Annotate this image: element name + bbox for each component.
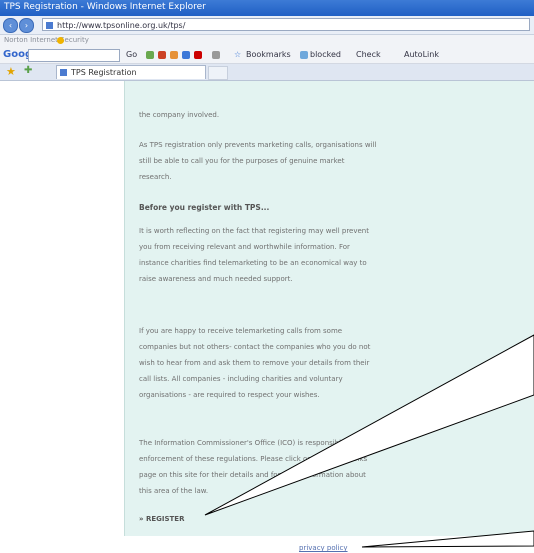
star-icon[interactable]: ☆ bbox=[234, 50, 241, 59]
address-bar[interactable]: http://www.tpsonline.org.uk/tps/ bbox=[42, 18, 530, 31]
new-tab-button[interactable] bbox=[208, 66, 228, 80]
page-favicon-icon bbox=[46, 22, 53, 29]
google-go-button[interactable]: Go bbox=[126, 50, 137, 59]
address-row: ‹ › http://www.tpsonline.org.uk/tps/ bbox=[0, 16, 534, 35]
favorites-star-icon[interactable]: ★ bbox=[6, 65, 16, 78]
before-register-heading: Before you register with TPS... bbox=[139, 203, 270, 212]
forward-icon[interactable]: › bbox=[19, 18, 34, 33]
register-link[interactable]: » REGISTER bbox=[139, 515, 184, 523]
page-viewport: the company involved. As TPS registratio… bbox=[0, 81, 534, 553]
google-toolbar: Google Go ☆ Bookmarks blocked Check Auto… bbox=[0, 47, 534, 64]
spell-check-button[interactable]: Check bbox=[356, 50, 381, 59]
links-bar-label[interactable]: Norton Internet Security bbox=[4, 36, 89, 44]
toolbar-icon-5[interactable] bbox=[212, 51, 220, 59]
toolbar-icon-2[interactable] bbox=[158, 51, 166, 59]
tab-row: ★ ✚ TPS Registration bbox=[0, 64, 534, 81]
address-url: http://www.tpsonline.org.uk/tps/ bbox=[57, 21, 186, 30]
left-margin bbox=[0, 81, 124, 553]
back-icon[interactable]: ‹ bbox=[3, 18, 18, 33]
content-panel: the company involved. As TPS registratio… bbox=[124, 81, 534, 536]
links-bar: Norton Internet Security bbox=[0, 35, 534, 47]
tab-label: TPS Registration bbox=[71, 68, 137, 77]
para-happy: If you are happy to receive telemarketin… bbox=[139, 327, 371, 399]
add-favorites-icon[interactable]: ✚ bbox=[24, 65, 32, 76]
autolink-button[interactable]: AutoLink bbox=[404, 50, 439, 59]
window-titlebar: TPS Registration - Windows Internet Expl… bbox=[0, 0, 534, 16]
popup-blocker-icon[interactable] bbox=[300, 51, 308, 59]
toolbar-icon-1[interactable] bbox=[146, 51, 154, 59]
para-reflect: It is worth reflecting on the fact that … bbox=[139, 227, 369, 283]
blocked-button[interactable]: blocked bbox=[310, 50, 341, 59]
tab-favicon-icon bbox=[60, 69, 67, 76]
para-market-research: As TPS registration only prevents market… bbox=[139, 141, 377, 181]
bookmarks-button[interactable]: Bookmarks bbox=[246, 50, 291, 59]
para-ico: The Information Commissioner's Office (I… bbox=[139, 439, 371, 495]
toolbar-icon-4[interactable] bbox=[182, 51, 190, 59]
tab-tps-registration[interactable]: TPS Registration bbox=[56, 65, 206, 79]
norton-icon[interactable] bbox=[57, 37, 64, 44]
toolbar-icon-3[interactable] bbox=[170, 51, 178, 59]
privacy-policy-link[interactable]: privacy policy bbox=[299, 544, 348, 552]
gmail-icon[interactable] bbox=[194, 51, 202, 59]
google-search-input[interactable] bbox=[28, 49, 120, 62]
window-title: TPS Registration - Windows Internet Expl… bbox=[4, 2, 206, 12]
para-company: the company involved. bbox=[139, 111, 220, 119]
